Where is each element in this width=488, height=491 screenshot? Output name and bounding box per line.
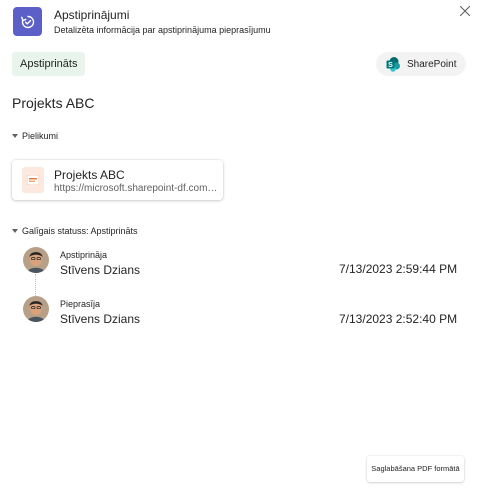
avatar — [23, 247, 49, 273]
avatar — [23, 296, 49, 322]
entry-timestamp: 7/13/2023 2:52:40 PM — [339, 312, 458, 326]
open-in-sharepoint-button[interactable]: S SharePoint — [376, 52, 466, 76]
save-as-pdf-button[interactable]: Saglabāšana PDF formātā — [367, 456, 464, 482]
close-button[interactable] — [457, 3, 473, 19]
status-badge: Apstiprināts — [12, 52, 86, 76]
chevron-down-icon — [12, 229, 18, 233]
attachment-url: https://microsoft.sharepoint-df.com/site… — [54, 183, 219, 194]
sharepoint-button-label: SharePoint — [407, 58, 457, 70]
person-avatar-icon — [23, 247, 49, 273]
final-status-section-toggle[interactable]: Galīgais statuss: Apstiprināts — [12, 226, 138, 236]
sharepoint-icon: S — [386, 57, 400, 72]
entry-role: Apstiprināja — [60, 250, 108, 260]
chevron-down-icon — [12, 134, 18, 138]
attachments-header: Pielikumi — [22, 131, 59, 141]
dialog-subtitle: Detalizēta informācija par apstiprinājum… — [54, 25, 271, 35]
entry-person: Stīvens Dzians — [60, 312, 141, 326]
entry-role: Pieprasīja — [60, 299, 101, 309]
timeline-connector — [35, 274, 36, 296]
approvals-app-icon — [13, 7, 42, 36]
powerpoint-file-icon — [22, 167, 44, 193]
final-status-header: Galīgais statuss: Apstiprināts — [22, 226, 138, 236]
request-title: Projekts ABC — [12, 95, 95, 111]
entry-timestamp: 7/13/2023 2:59:44 PM — [339, 262, 458, 276]
approvals-icon — [20, 15, 34, 28]
attachment-name: Projekts ABC — [54, 168, 125, 182]
person-avatar-icon — [23, 296, 49, 322]
close-icon — [459, 5, 471, 17]
attachments-section-toggle[interactable]: Pielikumi — [12, 131, 58, 141]
attachment-card[interactable]: Projekts ABC https://microsoft.sharepoin… — [12, 160, 223, 200]
svg-text:S: S — [388, 62, 393, 69]
entry-person: Stīvens Dzians — [60, 263, 141, 277]
dialog-title: Apstiprinājumi — [54, 8, 130, 22]
